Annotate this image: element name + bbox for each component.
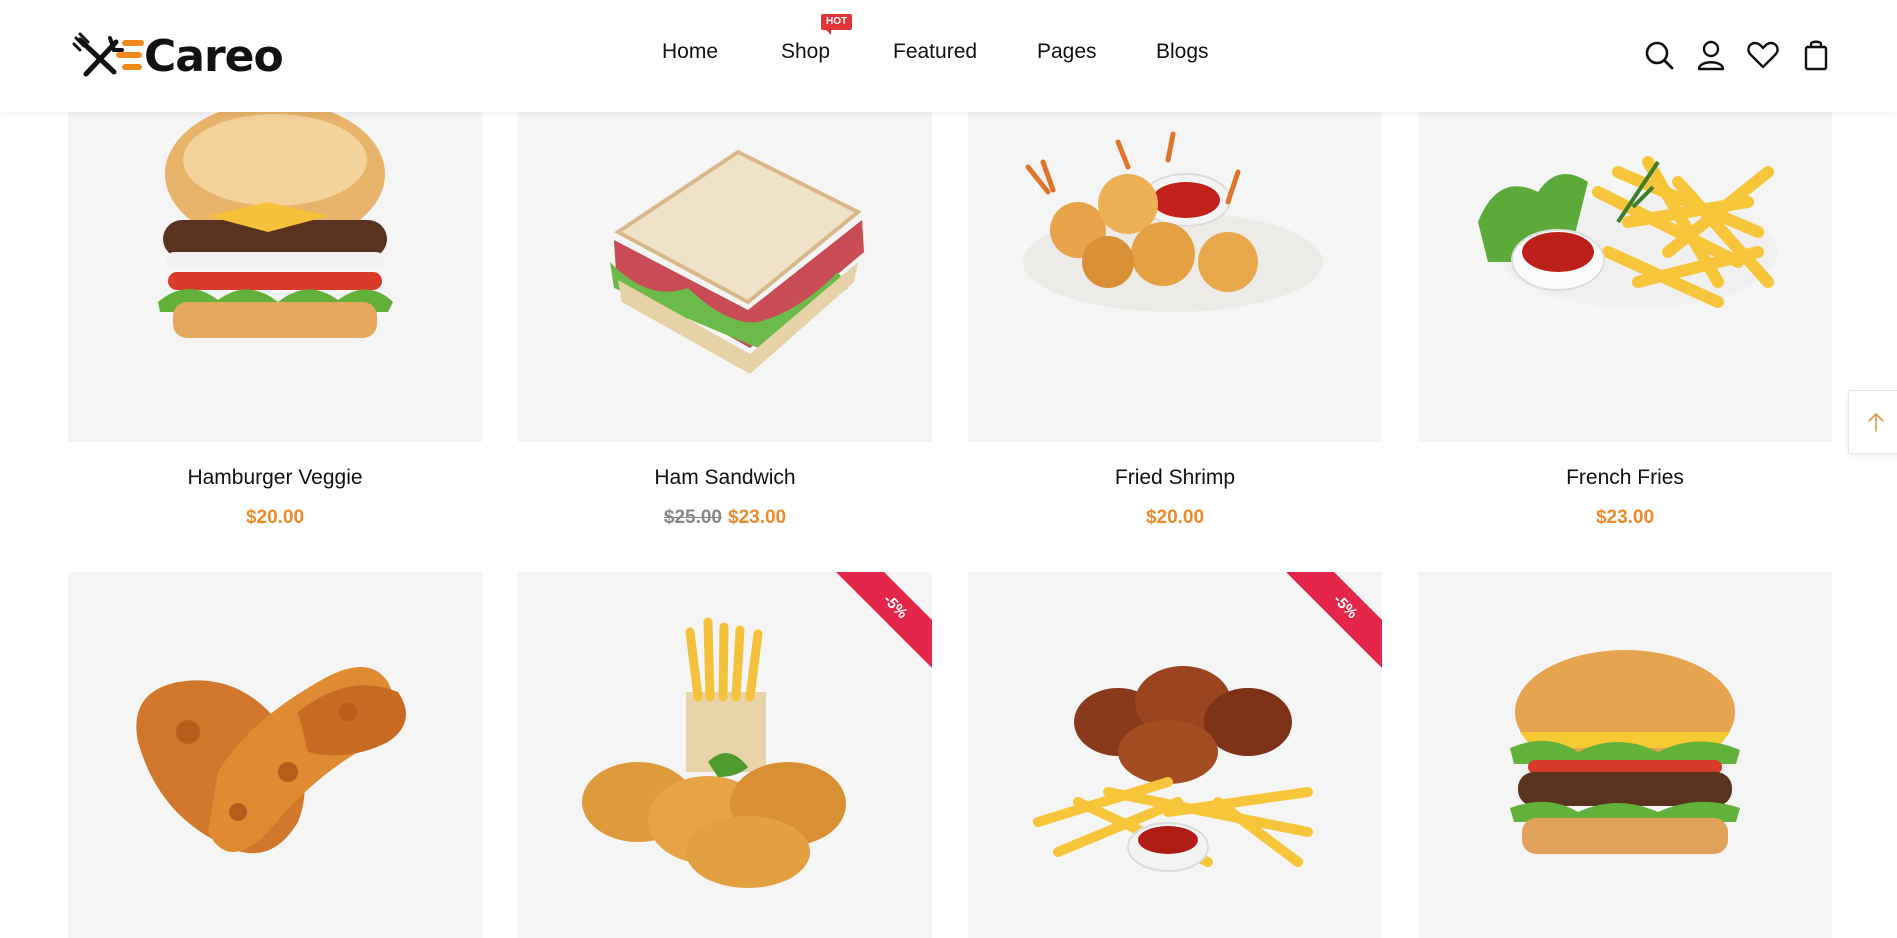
shrimp-image bbox=[1023, 131, 1323, 312]
product-name[interactable]: Hamburger Veggie bbox=[68, 466, 482, 490]
search-icon[interactable] bbox=[1642, 38, 1676, 72]
product-price: $25.00 $23.00 bbox=[518, 507, 932, 529]
nav-blogs[interactable]: Blogs bbox=[1156, 40, 1209, 64]
product-name[interactable]: Ham Sandwich bbox=[518, 466, 932, 490]
price-current: $20.00 bbox=[245, 507, 305, 528]
nav-featured[interactable]: Featured bbox=[893, 40, 977, 64]
fries-image bbox=[1478, 156, 1778, 308]
arrow-up-icon bbox=[1868, 413, 1884, 432]
nav-shop[interactable]: Shop bbox=[781, 40, 830, 64]
product-name[interactable]: French Fries bbox=[1418, 466, 1832, 490]
product-price: $20.00 bbox=[68, 507, 482, 529]
heart-icon[interactable] bbox=[1746, 38, 1780, 72]
price-current: $23.00 bbox=[1595, 507, 1655, 528]
nuggets-image bbox=[582, 617, 846, 888]
product-image[interactable] bbox=[68, 572, 482, 938]
nav-pages[interactable]: Pages bbox=[1037, 40, 1097, 64]
product-image[interactable] bbox=[968, 112, 1382, 442]
product-image[interactable] bbox=[1418, 112, 1832, 442]
wings-fries-image bbox=[1033, 666, 1313, 872]
product-image[interactable]: -5% bbox=[968, 572, 1382, 938]
product-price: $23.00 bbox=[1418, 507, 1832, 529]
cheeseburger-image bbox=[1510, 650, 1740, 854]
product-image[interactable] bbox=[1418, 572, 1832, 938]
price-current: $23.00 bbox=[728, 507, 787, 528]
price-current: $20.00 bbox=[1145, 507, 1205, 528]
fork-knife-icon bbox=[72, 32, 144, 77]
back-to-top-button[interactable] bbox=[1848, 390, 1897, 454]
product-image[interactable]: -5% bbox=[518, 572, 932, 938]
product-image[interactable] bbox=[68, 112, 482, 442]
hot-badge: HOT bbox=[821, 14, 853, 35]
product-price: $20.00 bbox=[968, 507, 1382, 529]
nav-home[interactable]: Home bbox=[662, 40, 718, 64]
fried-chicken-image bbox=[136, 667, 406, 854]
product-image[interactable] bbox=[518, 112, 932, 442]
sandwich-image bbox=[610, 149, 864, 374]
brand-logo[interactable]: Careo bbox=[70, 28, 284, 84]
product-name[interactable]: Fried Shrimp bbox=[968, 466, 1382, 490]
price-original: $25.00 bbox=[663, 507, 722, 528]
site-header: Careo Home Shop HOT Featured Pages Blogs bbox=[0, 0, 1897, 112]
user-icon[interactable] bbox=[1694, 38, 1728, 72]
cart-icon[interactable] bbox=[1799, 38, 1833, 72]
brand-name: Careo bbox=[144, 30, 284, 82]
burger-image bbox=[158, 112, 393, 338]
